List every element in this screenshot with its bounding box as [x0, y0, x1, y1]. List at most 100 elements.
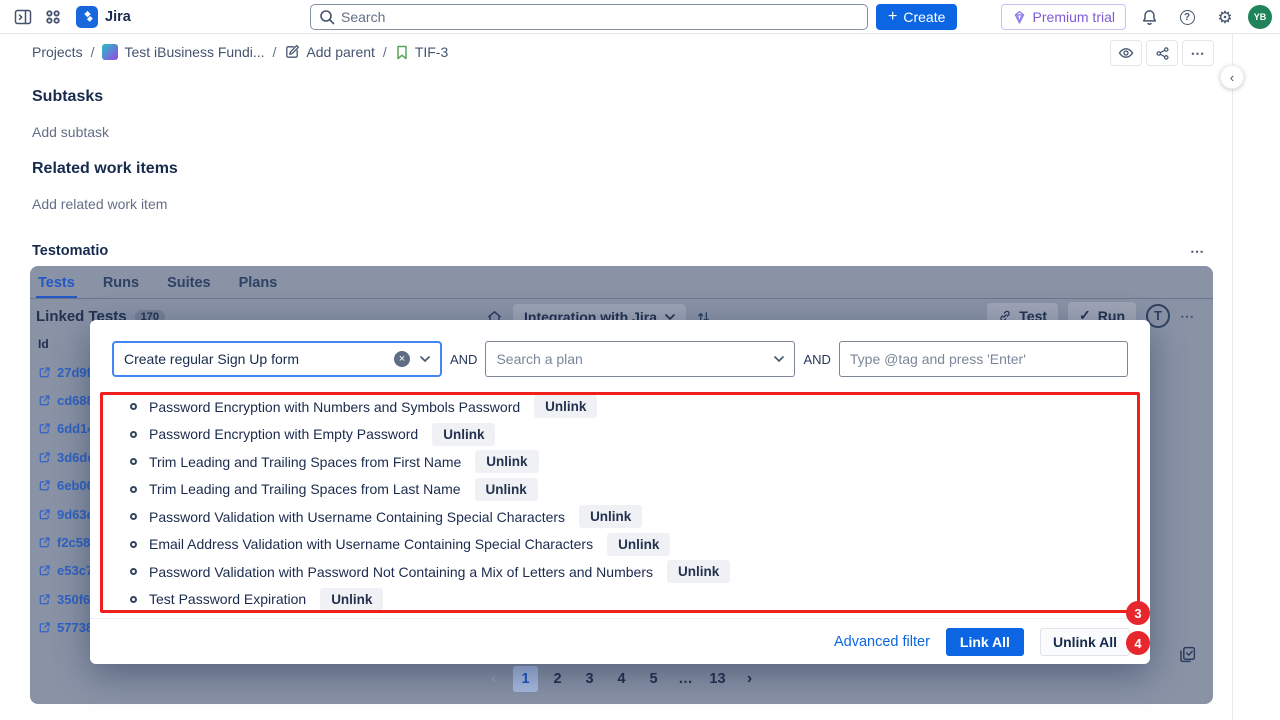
- unlink-button[interactable]: Unlink: [475, 478, 538, 501]
- search-input[interactable]: [341, 9, 859, 25]
- test-result-row: Test Password Expiration Unlink: [112, 586, 1128, 614]
- unlink-button[interactable]: Unlink: [475, 450, 538, 473]
- settings-button[interactable]: ⚙: [1210, 4, 1240, 30]
- app-switcher-button[interactable]: [38, 4, 68, 30]
- test-filter-select[interactable]: Create regular Sign Up form ×: [112, 341, 442, 377]
- pagination-page-3[interactable]: 3: [577, 666, 602, 692]
- pagination-page-4[interactable]: 4: [609, 666, 634, 692]
- add-parent-button[interactable]: Add parent: [284, 44, 375, 60]
- subtasks-heading: Subtasks: [32, 88, 103, 106]
- breadcrumb-separator: /: [91, 44, 95, 60]
- bullet-icon: [130, 458, 137, 465]
- pagination: ‹ 1 2 3 4 5 … 13 ›: [30, 666, 1213, 692]
- pagination-next[interactable]: ›: [737, 666, 762, 692]
- unlink-button[interactable]: Unlink: [579, 505, 642, 528]
- link-all-button[interactable]: Link All: [946, 628, 1024, 656]
- bullet-icon: [130, 486, 137, 493]
- chevron-left-icon: ‹: [1230, 70, 1234, 85]
- filter-row: Create regular Sign Up form × AND Search…: [112, 341, 1128, 377]
- app-grid-icon: [44, 8, 62, 26]
- tab-tests[interactable]: Tests: [36, 273, 77, 298]
- unlink-button[interactable]: Unlink: [607, 533, 670, 556]
- id-column-header: Id: [38, 337, 49, 351]
- dialog-footer: Advanced filter Link All Unlink All: [90, 618, 1150, 664]
- add-subtask-link[interactable]: Add subtask: [32, 124, 109, 140]
- breadcrumb-project[interactable]: Test iBusiness Fundi...: [102, 44, 264, 60]
- related-items-heading: Related work items: [32, 160, 178, 178]
- plus-icon: +: [888, 9, 897, 25]
- eye-icon: [1118, 45, 1134, 61]
- bullet-icon: [130, 403, 137, 410]
- tab-suites[interactable]: Suites: [165, 273, 213, 298]
- breadcrumb: Projects / Test iBusiness Fundi... / Add…: [0, 34, 1280, 68]
- issue-actions: ⋯: [1110, 40, 1214, 66]
- add-related-link[interactable]: Add related work item: [32, 196, 167, 212]
- global-search[interactable]: [310, 4, 868, 30]
- unlink-button[interactable]: Unlink: [534, 395, 597, 418]
- chevron-down-icon[interactable]: [420, 356, 430, 362]
- breadcrumb-projects[interactable]: Projects: [32, 44, 83, 60]
- pagination-page-1[interactable]: 1: [513, 666, 538, 692]
- app-title: Jira: [105, 9, 131, 25]
- plan-placeholder: Search a plan: [496, 351, 582, 367]
- bullet-icon: [130, 596, 137, 603]
- jira-logo-icon: [76, 6, 98, 28]
- unlink-button[interactable]: Unlink: [667, 560, 730, 583]
- test-name: Trim Leading and Trailing Spaces from Fi…: [149, 454, 461, 470]
- more-icon: ⋯: [1191, 46, 1206, 60]
- test-results-list: Password Encryption with Numbers and Sym…: [112, 393, 1128, 613]
- tag-filter-input[interactable]: Type @tag and press 'Enter': [839, 341, 1128, 377]
- test-name: Test Password Expiration: [149, 591, 306, 607]
- tab-runs[interactable]: Runs: [101, 273, 141, 298]
- test-filter-value: Create regular Sign Up form: [124, 351, 299, 367]
- collapse-panel-button[interactable]: ‹: [1220, 65, 1244, 89]
- annotation-badge-4: 4: [1126, 631, 1150, 655]
- clear-icon[interactable]: ×: [394, 351, 410, 367]
- panel-more-button[interactable]: ⋯: [1180, 309, 1195, 323]
- external-link-icon: [38, 422, 51, 435]
- search-icon: [319, 9, 335, 25]
- breadcrumb-separator: /: [383, 44, 387, 60]
- create-button[interactable]: + Create: [876, 4, 957, 30]
- breadcrumb-issue[interactable]: TIF-3: [395, 44, 448, 60]
- notifications-button[interactable]: [1134, 4, 1164, 30]
- project-avatar: [102, 44, 118, 60]
- and-label: AND: [450, 352, 477, 367]
- more-actions-button[interactable]: ⋯: [1182, 40, 1214, 66]
- unlink-button[interactable]: Unlink: [320, 588, 383, 611]
- test-result-row: Trim Leading and Trailing Spaces from Fi…: [112, 448, 1128, 476]
- pagination-page-13[interactable]: 13: [705, 666, 730, 692]
- plan-filter-select[interactable]: Search a plan: [485, 341, 795, 377]
- tab-plans[interactable]: Plans: [237, 273, 280, 298]
- watch-button[interactable]: [1110, 40, 1142, 66]
- bookmark-icon: [395, 45, 409, 60]
- select-tests-icon[interactable]: [1178, 645, 1197, 664]
- pagination-page-5[interactable]: 5: [641, 666, 666, 692]
- create-label: Create: [903, 9, 945, 25]
- pagination-ellipsis: …: [673, 666, 698, 692]
- edit-icon: [284, 44, 300, 60]
- external-link-icon: [38, 508, 51, 521]
- testomatio-more-button[interactable]: ⋯: [1190, 243, 1205, 261]
- bullet-icon: [130, 431, 137, 438]
- project-name: Test iBusiness Fundi...: [124, 44, 264, 60]
- user-avatar[interactable]: YB: [1248, 5, 1272, 29]
- external-link-icon: [38, 451, 51, 464]
- external-link-icon: [38, 536, 51, 549]
- help-button[interactable]: ?: [1172, 4, 1202, 30]
- help-icon: ?: [1180, 10, 1195, 25]
- bell-icon: [1141, 9, 1158, 26]
- advanced-filter-link[interactable]: Advanced filter: [834, 634, 930, 650]
- pagination-page-2[interactable]: 2: [545, 666, 570, 692]
- premium-trial-button[interactable]: Premium trial: [1001, 4, 1126, 30]
- pagination-prev[interactable]: ‹: [481, 666, 506, 692]
- test-result-row: Email Address Validation with Username C…: [112, 531, 1128, 559]
- unlink-button[interactable]: Unlink: [432, 423, 495, 446]
- unlink-all-button[interactable]: Unlink All: [1040, 628, 1130, 656]
- sidebar-expand-button[interactable]: [8, 4, 38, 30]
- top-navigation: Jira + Create Premium trial ? ⚙ YB: [0, 0, 1280, 34]
- jira-brand[interactable]: Jira: [76, 6, 131, 28]
- chevron-down-icon[interactable]: [774, 356, 784, 362]
- premium-trial-label: Premium trial: [1033, 9, 1115, 25]
- share-button[interactable]: [1146, 40, 1178, 66]
